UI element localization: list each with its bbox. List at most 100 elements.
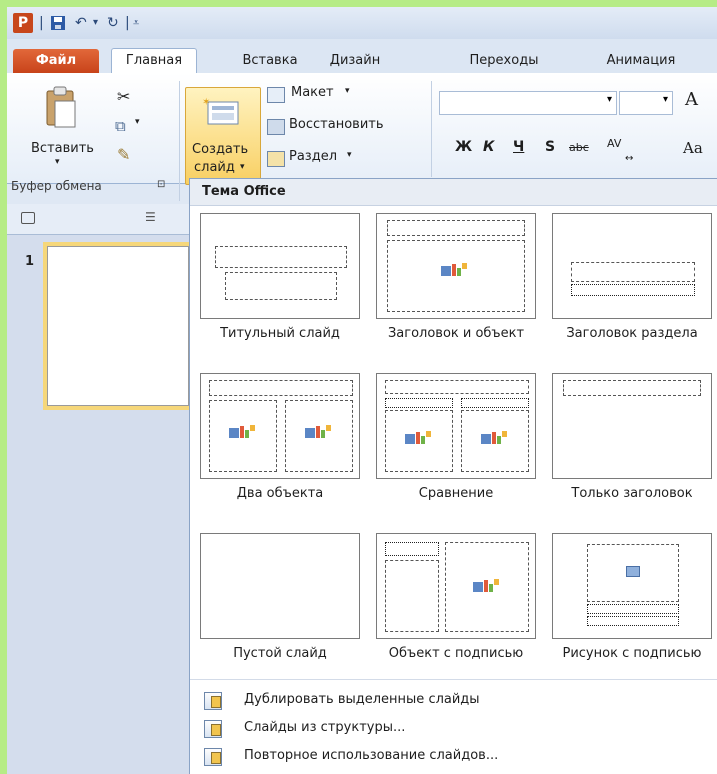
new-slide-dropdown-icon: ▾ <box>240 162 245 172</box>
new-slide-button[interactable]: ✶ Создать слайд ▾ <box>185 87 261 185</box>
reuse-slides-item[interactable]: Повторное использование слайдов... <box>198 743 708 771</box>
slides-from-outline-item[interactable]: Слайды из структуры... <box>198 715 708 743</box>
underline-button[interactable]: Ч <box>513 139 524 155</box>
strikethrough-button[interactable]: abc <box>569 141 589 154</box>
layout-label: Титульный слайд <box>220 326 340 341</box>
customize-qat-icon[interactable]: ⩡ <box>133 13 139 33</box>
slides-pane: ☰ 1 <box>7 204 189 774</box>
clipboard-group-label: Буфер обмена <box>11 179 102 193</box>
layout-label: Пустой слайд <box>233 646 327 661</box>
slides-from-outline-icon <box>204 720 222 738</box>
reset-button[interactable]: Восстановить <box>289 117 384 132</box>
reset-icon <box>267 119 285 135</box>
tab-transitions[interactable]: Переходы <box>457 49 551 73</box>
italic-button[interactable]: К <box>483 139 494 155</box>
layout-dropdown-icon[interactable]: ▾ <box>345 86 350 96</box>
undo-icon[interactable]: ↶ <box>75 13 87 33</box>
layout-preview <box>376 533 536 639</box>
menu-item-label: Повторное использование слайдов... <box>244 748 499 763</box>
section-dropdown-icon[interactable]: ▾ <box>347 150 352 160</box>
format-painter-icon[interactable]: ✎ <box>117 145 130 164</box>
tab-file[interactable]: Файл <box>13 49 99 73</box>
ribbon: Вставить ▾ ✂ ⧉ ▾ ✎ ✶ Создать слайд ▾ Мак… <box>7 73 717 201</box>
gallery-header: Тема Office <box>190 179 717 206</box>
bold-button[interactable]: Ж <box>455 139 472 155</box>
layout-preview <box>376 373 536 479</box>
outline-tab-icon[interactable]: ☰ <box>145 210 159 224</box>
font-size-box[interactable]: ▾ <box>619 91 673 115</box>
change-case-button[interactable]: Aa <box>683 139 703 157</box>
grow-font-button[interactable]: A <box>685 89 698 110</box>
content-icons-icon <box>305 425 331 438</box>
group-divider <box>179 81 180 201</box>
layout-label: Объект с подписью <box>388 646 524 661</box>
ribbon-tabs: Файл Главная Вставка Дизайн Переходы Ани… <box>7 39 717 75</box>
new-slide-gallery: Тема Office Титульный слайд Заголовок и … <box>189 178 717 774</box>
text-placeholder <box>571 284 695 296</box>
new-slide-icon: ✶ <box>202 97 239 125</box>
tab-design[interactable]: Дизайн <box>321 49 389 73</box>
title-placeholder <box>215 246 347 268</box>
redo-icon[interactable]: ↻ <box>107 13 119 33</box>
layout-label: Только заголовок <box>571 486 693 501</box>
group-divider <box>431 81 432 177</box>
char-spacing-arrow-icon: ↔ <box>625 153 634 164</box>
tab-home[interactable]: Главная <box>111 48 197 75</box>
title-placeholder <box>563 380 701 396</box>
text-placeholder <box>587 616 679 626</box>
title-bar: P | ↶ ▾ ↻ | ⩡ <box>7 7 717 39</box>
section-button[interactable]: Раздел <box>289 149 337 164</box>
layout-label: Заголовок и объект <box>387 326 525 341</box>
font-name-box[interactable]: ▾ <box>439 91 617 115</box>
paste-dropdown-icon[interactable]: ▾ <box>55 157 60 167</box>
undo-dropdown-icon[interactable]: ▾ <box>93 13 98 33</box>
content-icons-icon <box>473 579 499 592</box>
layout-preview <box>552 213 712 319</box>
slide-thumbnail[interactable] <box>47 246 189 406</box>
subtitle-placeholder <box>225 272 337 300</box>
char-spacing-button[interactable]: AV <box>607 137 621 150</box>
gallery-divider <box>190 679 717 680</box>
copy-icon[interactable]: ⧉ <box>115 117 126 135</box>
duplicate-slides-icon <box>204 692 222 710</box>
reuse-slides-icon <box>204 748 222 766</box>
pane-tabs: ☰ <box>7 204 189 235</box>
tab-insert[interactable]: Вставка <box>233 49 307 73</box>
layout-label: Сравнение <box>418 486 494 501</box>
separator: | <box>39 15 44 31</box>
powerpoint-logo-icon: P <box>13 13 33 33</box>
menu-item-label: Дублировать выделенные слайды <box>244 692 480 707</box>
font-name-dropdown-icon[interactable]: ▾ <box>607 94 612 105</box>
layout-icon <box>267 87 285 103</box>
powerpoint-window: P | ↶ ▾ ↻ | ⩡ Файл Главная Вставка Дизай… <box>7 7 717 774</box>
content-icons-icon <box>405 431 431 444</box>
layout-preview <box>376 213 536 319</box>
layout-button[interactable]: Макет <box>291 85 334 100</box>
layout-preview <box>200 373 360 479</box>
content-icons-icon <box>441 263 467 276</box>
cut-icon[interactable]: ✂ <box>117 87 130 106</box>
paste-icon[interactable] <box>43 85 79 129</box>
title-placeholder <box>571 262 695 282</box>
section-icon <box>267 151 285 167</box>
shadow-button[interactable]: S <box>545 139 555 155</box>
layout-preview <box>200 533 360 639</box>
caption-placeholder-left <box>385 398 453 408</box>
layout-preview <box>552 373 712 479</box>
paste-button-label[interactable]: Вставить <box>31 141 94 156</box>
slides-tab-icon[interactable] <box>21 212 35 224</box>
new-slide-label-line2: слайд <box>194 160 235 175</box>
copy-dropdown-icon[interactable]: ▾ <box>135 117 140 127</box>
title-placeholder <box>587 604 679 614</box>
menu-item-label: Слайды из структуры... <box>244 720 406 735</box>
font-size-dropdown-icon[interactable]: ▾ <box>663 94 668 105</box>
layout-label: Два объекта <box>236 486 324 501</box>
clipboard-launcher-icon[interactable]: ⊡ <box>157 179 165 190</box>
layout-preview <box>552 533 712 639</box>
title-placeholder <box>209 380 353 396</box>
title-placeholder <box>387 220 525 236</box>
duplicate-slides-item[interactable]: Дублировать выделенные слайды <box>198 687 708 715</box>
theme-name: Тема Office <box>202 184 286 199</box>
tab-animations[interactable]: Анимация <box>591 49 691 73</box>
save-icon[interactable] <box>49 13 67 33</box>
